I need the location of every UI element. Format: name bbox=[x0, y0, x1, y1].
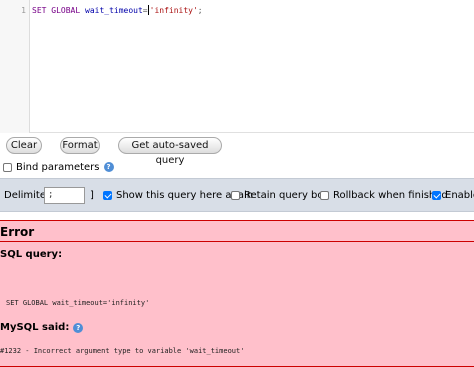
error-message: #1232 - Incorrect argument type to varia… bbox=[0, 347, 245, 355]
bind-parameters-label[interactable]: Bind parameters bbox=[16, 162, 100, 173]
retain-query-box-checkbox[interactable] bbox=[231, 190, 240, 200]
format-button[interactable]: Format bbox=[60, 137, 100, 154]
show-query-checkbox[interactable] bbox=[103, 190, 112, 200]
query-toolbar: Clear Format Get auto-saved query Bind p… bbox=[0, 134, 474, 178]
mysql-said-label: MySQL said: bbox=[0, 322, 70, 333]
delimiter-input[interactable]: ; bbox=[44, 187, 85, 204]
help-icon[interactable]: ? bbox=[103, 162, 114, 172]
query-options-bar: Delimiter ; ] Show this query here again… bbox=[0, 178, 474, 212]
retain-query-box-option: Retain query box bbox=[231, 189, 329, 201]
clear-button[interactable]: Clear bbox=[6, 137, 42, 154]
rollback-label[interactable]: Rollback when finished bbox=[333, 190, 448, 201]
error-divider bbox=[0, 241, 474, 242]
error-panel: Error SQL query: SET GLOBAL wait_timeout… bbox=[0, 220, 474, 367]
code-string: 'infinity' bbox=[149, 6, 198, 15]
sql-editor[interactable]: 1 SET GLOBAL wait_timeout='infinity'; bbox=[0, 0, 474, 133]
text-caret bbox=[147, 5, 149, 15]
mysql-said-row: MySQL said: ? bbox=[0, 322, 84, 333]
error-title: Error bbox=[0, 225, 35, 239]
enable-option: Enable bbox=[432, 189, 474, 201]
delimiter-bracket: ] bbox=[90, 189, 94, 201]
bind-parameters-option: Bind parameters ? bbox=[3, 160, 114, 174]
retain-query-box-label[interactable]: Retain query box bbox=[244, 190, 329, 201]
bind-parameters-checkbox[interactable] bbox=[3, 162, 12, 172]
help-icon[interactable]: ? bbox=[73, 322, 84, 333]
code-variable: wait_timeout bbox=[85, 6, 143, 15]
sql-query-label: SQL query: bbox=[0, 249, 63, 260]
code-terminator: ; bbox=[197, 6, 203, 15]
enable-checkbox[interactable] bbox=[432, 190, 441, 200]
rollback-option: Rollback when finished bbox=[320, 189, 448, 201]
code-keyword: SET GLOBAL bbox=[32, 6, 81, 15]
line-number: 1 bbox=[21, 6, 26, 15]
rollback-checkbox[interactable] bbox=[320, 190, 329, 200]
editor-gutter: 1 bbox=[0, 0, 30, 133]
error-query-text: SET GLOBAL wait_timeout='infinity' bbox=[6, 299, 150, 307]
enable-label[interactable]: Enable bbox=[445, 190, 474, 201]
get-autosaved-query-button[interactable]: Get auto-saved query bbox=[118, 137, 222, 166]
code-line[interactable]: SET GLOBAL wait_timeout='infinity'; bbox=[32, 5, 203, 15]
